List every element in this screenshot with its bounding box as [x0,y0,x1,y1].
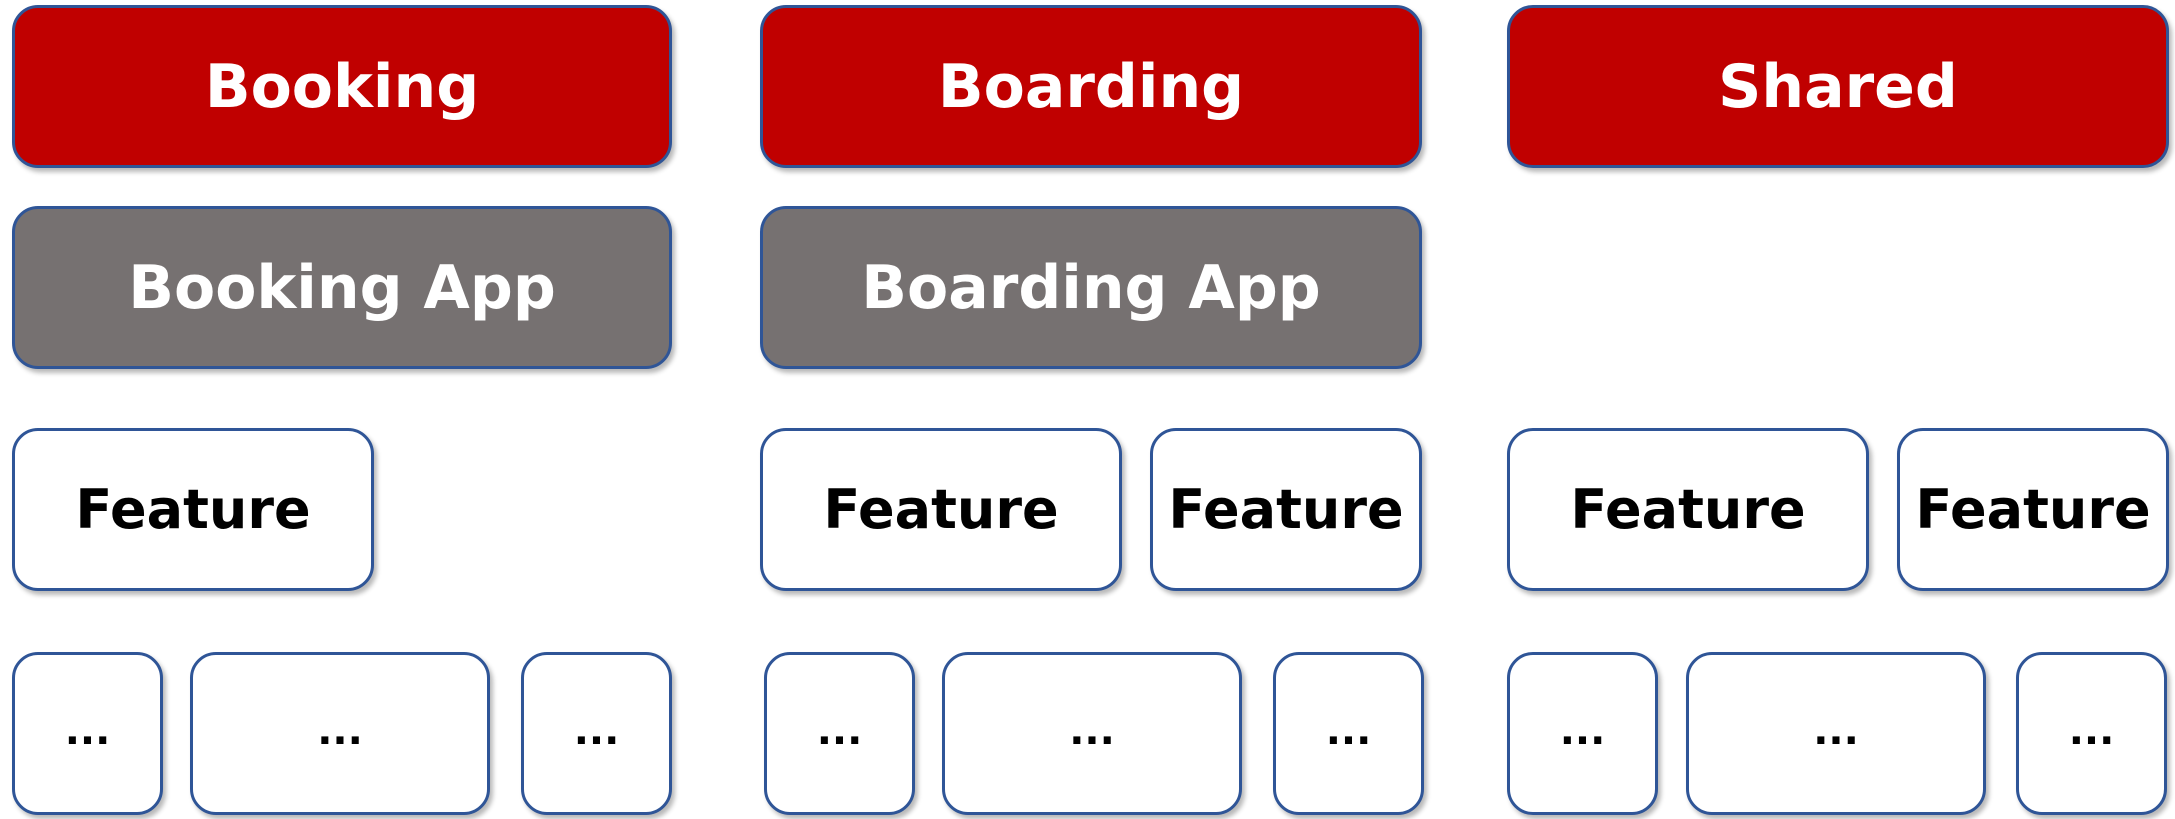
sub-item-label: ... [1559,707,1606,754]
feature-box: Feature [12,428,374,591]
sub-item-label: ... [1325,707,1372,754]
sub-item-box: ... [1686,652,1986,815]
feature-box: Feature [760,428,1122,591]
sub-item-label: ... [1069,707,1115,754]
feature-box: Feature [1507,428,1869,591]
sub-item-box: ... [942,652,1242,815]
domain-box-booking: Booking [12,5,672,168]
domain-box-shared: Shared [1507,5,2169,168]
sub-item-label: ... [1813,707,1859,754]
sub-item-label: ... [816,707,863,754]
sub-item-label: ... [317,707,363,754]
domain-label: Booking [204,51,480,122]
sub-item-label: ... [2068,707,2115,754]
sub-item-box: ... [1273,652,1424,815]
sub-item-box: ... [1507,652,1658,815]
sub-item-label: ... [64,707,111,754]
app-box-booking: Booking App [12,206,672,369]
feature-label: Feature [75,478,311,541]
sub-item-label: ... [573,707,620,754]
domain-label: Boarding [937,51,1245,122]
domain-box-boarding: Boarding [760,5,1422,168]
feature-label: Feature [1570,478,1806,541]
sub-item-box: ... [764,652,915,815]
app-label: Booking App [128,252,556,323]
sub-item-box: ... [12,652,163,815]
feature-box: Feature [1897,428,2169,591]
sub-item-box: ... [190,652,490,815]
feature-box: Feature [1150,428,1422,591]
feature-label: Feature [1168,478,1404,541]
sub-item-box: ... [2016,652,2167,815]
app-label: Boarding App [861,252,1321,323]
domain-label: Shared [1718,51,1958,122]
sub-item-box: ... [521,652,672,815]
app-box-boarding: Boarding App [760,206,1422,369]
feature-label: Feature [1915,478,2151,541]
feature-label: Feature [823,478,1059,541]
